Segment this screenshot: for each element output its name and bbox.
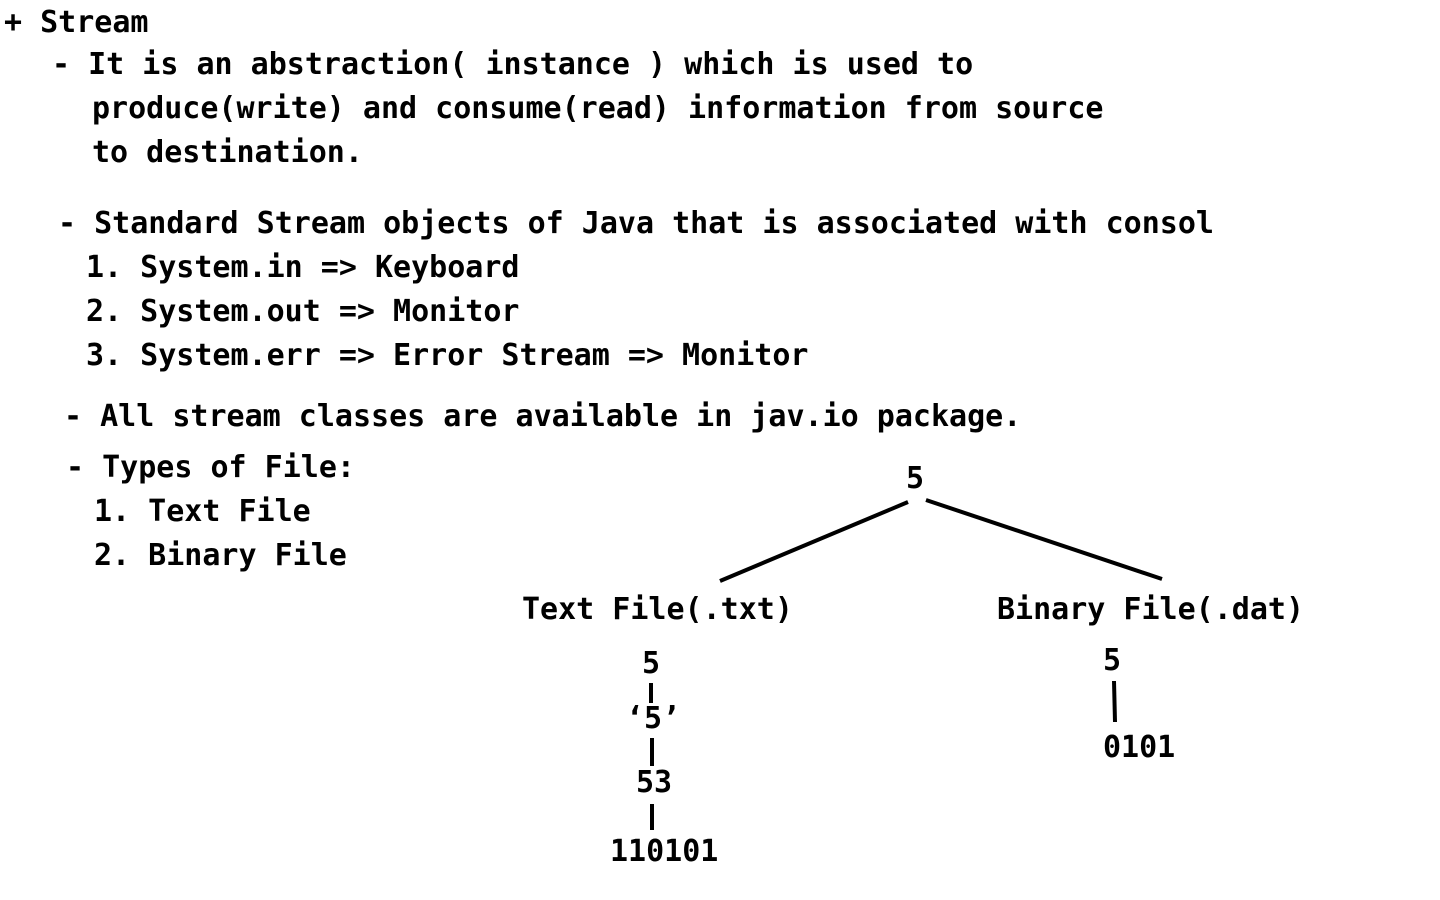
binary-chain-binary-0101: 0101 xyxy=(1103,730,1176,765)
diagram-root-value: 5 xyxy=(906,461,925,496)
file-type-item-binary: 2. Binary File xyxy=(94,538,347,573)
definition-line-1: - It is an abstraction( instance ) which… xyxy=(52,47,974,82)
package-note: - All stream classes are available in ja… xyxy=(64,399,1022,434)
standard-stream-item-out: 2. System.out => Monitor xyxy=(86,294,520,329)
text-chain-ascii-53: 53 xyxy=(636,765,673,800)
file-type-item-text: 1. Text File xyxy=(94,494,311,529)
text-chain-char-5: ‘5’ xyxy=(626,701,681,736)
text-chain-value-5: 5 xyxy=(642,646,661,681)
text-file-label: Text File(.txt) xyxy=(522,592,793,627)
connector-root-to-text xyxy=(719,500,909,583)
connector-binary-5-to-0101 xyxy=(1112,680,1117,723)
definition-line-3: to destination. xyxy=(92,135,363,170)
standard-stream-item-in: 1. System.in => Keyboard xyxy=(86,250,520,285)
file-types-intro: - Types of File: xyxy=(66,450,355,485)
stream-heading: + Stream xyxy=(4,5,149,40)
connector-root-to-binary xyxy=(925,498,1163,581)
standard-stream-item-err: 3. System.err => Error Stream => Monitor xyxy=(86,338,809,373)
definition-line-2: produce(write) and consume(read) informa… xyxy=(92,91,1104,126)
binary-file-label: Binary File(.dat) xyxy=(997,592,1305,627)
standard-streams-intro: - Standard Stream objects of Java that i… xyxy=(58,206,1214,241)
binary-chain-value-5: 5 xyxy=(1103,643,1122,678)
text-chain-binary-110101: 110101 xyxy=(610,834,719,869)
